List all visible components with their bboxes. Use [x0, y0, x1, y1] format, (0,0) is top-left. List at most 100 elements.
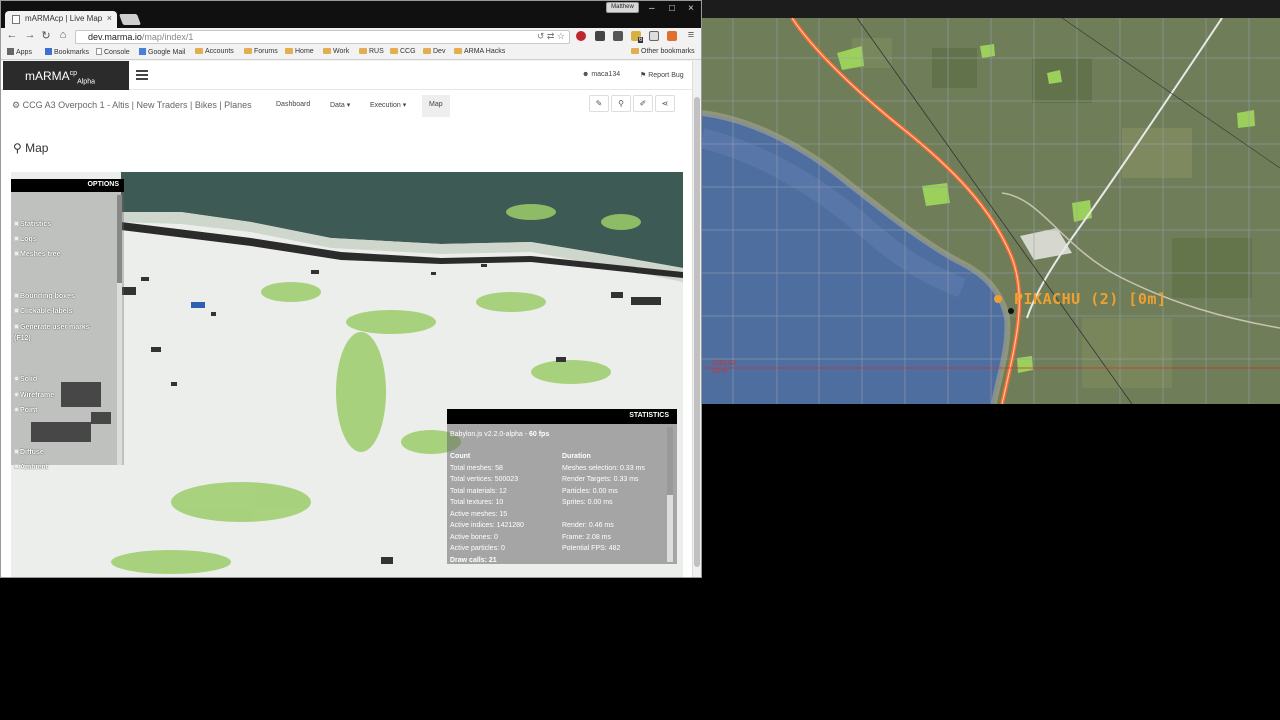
player-marker-label[interactable]: PIKACHU (2) [0m]: [1014, 290, 1167, 308]
option-generate-user-marks-hint: (F12): [14, 335, 31, 342]
option-logs[interactable]: Logs: [14, 236, 37, 243]
close-window-icon[interactable]: ×: [688, 3, 694, 14]
bookmark-other[interactable]: Other bookmarks: [631, 48, 695, 55]
omnibox-icons: ↺ ⇄ ☆: [536, 31, 565, 41]
nav-dashboard[interactable]: Dashboard: [276, 101, 310, 108]
stat-duration-line: Render: 0.46 ms: [562, 522, 614, 529]
duration-header: Duration: [562, 453, 591, 460]
forward-icon[interactable]: →: [23, 29, 37, 41]
option-point[interactable]: Point: [14, 407, 38, 414]
options-panel-title: OPTIONS: [11, 179, 124, 192]
browser-tab[interactable]: mARMAcp | Live Map ×: [5, 11, 117, 28]
page-scrollbar[interactable]: [692, 61, 701, 577]
browser-window: mARMAcp | Live Map × Matthew – □ × ← → ↻…: [0, 0, 702, 578]
url-host: dev.marma.io: [88, 32, 142, 42]
share-tool-icon[interactable]: ⋖: [655, 95, 675, 112]
option-diffuse[interactable]: Diffuse: [14, 449, 44, 456]
map-marker-icon: ⚲: [13, 141, 22, 155]
sidebar-toggle-icon[interactable]: [136, 70, 148, 80]
option-statistics[interactable]: Statistics: [14, 221, 51, 228]
search-tool-icon[interactable]: ⚲: [611, 95, 631, 112]
bookmark-home[interactable]: Home: [285, 48, 314, 55]
back-icon[interactable]: ←: [5, 29, 19, 41]
user-menu[interactable]: ☻ maca134: [582, 71, 620, 78]
stat-count-line: Total meshes: 58: [450, 465, 503, 472]
screen-top-strip: [702, 0, 1280, 18]
stat-count-line: Total vertices: 500023: [450, 476, 519, 483]
page-title: ⚲ Map: [13, 141, 49, 155]
chrome-menu-icon[interactable]: ≡: [684, 29, 698, 41]
3d-map-canvas[interactable]: OPTIONS Statistics Logs Meshes tree Boun…: [11, 172, 683, 577]
profile-name-chip[interactable]: Matthew: [606, 2, 639, 13]
bookmark-work[interactable]: Work: [323, 48, 349, 55]
statistics-scrollbar[interactable]: [667, 427, 673, 562]
home-icon[interactable]: ⌂: [56, 29, 70, 41]
count-header: Count: [450, 453, 471, 460]
ingame-map-view[interactable]: PIKACHU (2) [0m] 028142 25 m: [702, 18, 1280, 404]
statistics-panel-title: STATISTICS: [447, 409, 677, 424]
bookmark-dev[interactable]: Dev: [423, 48, 445, 55]
option-bounding-boxes[interactable]: Bounding boxes: [14, 293, 75, 300]
coordinate-readout: 028142 25 m: [712, 360, 735, 376]
new-tab-button[interactable]: [118, 14, 142, 25]
app-navbar: mARMAcpAlpha ☻ maca134 ⚑ Report Bug: [1, 61, 692, 90]
minimize-icon[interactable]: –: [649, 3, 655, 14]
option-generate-user-marks[interactable]: Generate user marks: [14, 324, 90, 331]
tab-close-icon[interactable]: ×: [107, 13, 112, 23]
option-meshes-tree[interactable]: Meshes tree: [14, 251, 60, 258]
stat-count-line: Active meshes: 15: [450, 511, 508, 518]
tab-title: mARMAcp | Live Map: [25, 14, 103, 23]
bookmark-accounts[interactable]: Accounts: [195, 48, 234, 55]
tools-extension-icon[interactable]: [595, 31, 605, 41]
stat-count-line: Total materials: 12: [450, 488, 507, 495]
server-subnav: ⚙ CCG A3 Overpoch 1 - Altis | New Trader…: [1, 91, 692, 119]
stat-duration-line: Frame: 2.08 ms: [562, 534, 612, 541]
stat-duration-line: Particles: 0.00 ms: [562, 488, 618, 495]
adblock-extension-icon[interactable]: [576, 31, 586, 41]
edit-tool-icon[interactable]: ✐: [633, 95, 653, 112]
nav-map[interactable]: Map: [422, 95, 450, 117]
wrench-tool-icon[interactable]: ✎: [589, 95, 609, 112]
bookmarks-bar: Apps Bookmarks Console Google Mail Accou…: [1, 46, 701, 60]
nav-execution-dropdown[interactable]: Execution ▾: [370, 101, 406, 109]
option-wireframe[interactable]: Wireframe: [14, 392, 54, 399]
stat-count-line: Draw calls: 21: [450, 557, 497, 564]
gear-extension-icon[interactable]: [613, 31, 623, 41]
stat-duration-line: Meshes selection: 0.33 ms: [562, 465, 645, 472]
coord-readout-line-1: 028142: [712, 360, 736, 367]
bookmark-google-mail[interactable]: Google Mail: [139, 48, 185, 56]
bookmark-arma-hacks[interactable]: ARMA Hacks: [454, 48, 505, 55]
page-favicon-icon: [12, 15, 20, 24]
address-bar[interactable]: dev.marma.io/map/index/1 ↺ ⇄ ☆: [75, 30, 570, 44]
engine-info: Babylon.js v2.2.0-alpha - 60 fps: [450, 431, 550, 438]
extension-badge: 6: [638, 37, 644, 43]
stat-count-line: Active indices: 1421280: [450, 522, 524, 529]
bookmark-bookmarks[interactable]: Bookmarks: [45, 48, 89, 56]
stat-count-line: Total textures: 10: [450, 499, 504, 506]
url-path: /map/index/1: [141, 32, 194, 42]
statistics-panel: STATISTICS Babylon.js v2.2.0-alpha - 60 …: [447, 409, 677, 564]
bookmark-forums[interactable]: Forums: [244, 48, 278, 55]
nav-data-dropdown[interactable]: Data ▾: [330, 101, 350, 109]
bookmark-ccg[interactable]: CCG: [390, 48, 416, 55]
option-solid[interactable]: Solid: [14, 376, 37, 383]
stat-count-line: Active particles: 0: [450, 545, 505, 552]
browser-toolbar: ← → ↻ ⌂ dev.marma.io/map/index/1 ↺ ⇄ ☆ 6…: [1, 28, 701, 46]
option-clickable-labels[interactable]: Clickable labels: [14, 308, 73, 315]
maximize-icon[interactable]: □: [669, 3, 675, 14]
options-panel: OPTIONS Statistics Logs Meshes tree Boun…: [11, 179, 124, 471]
reload-icon[interactable]: ↻: [39, 29, 53, 42]
server-title: ⚙ CCG A3 Overpoch 1 - Altis | New Trader…: [12, 100, 252, 110]
option-ambient[interactable]: Ambient: [14, 464, 48, 471]
browser-titlebar: mARMAcp | Live Map × Matthew – □ ×: [1, 1, 701, 28]
bookmark-apps[interactable]: Apps: [7, 48, 32, 56]
options-scrollbar[interactable]: [117, 195, 122, 465]
bookmark-console[interactable]: Console: [96, 48, 130, 56]
brand-logo[interactable]: mARMAcpAlpha: [3, 61, 129, 90]
report-bug-link[interactable]: ⚑ Report Bug: [640, 71, 684, 79]
lastpass-extension-icon[interactable]: [667, 31, 677, 41]
stat-duration-line: Potential FPS: 482: [562, 545, 621, 552]
stat-duration-line: Sprites: 0.00 ms: [562, 499, 613, 506]
bookmark-rus[interactable]: RUS: [359, 48, 384, 55]
cast-extension-icon[interactable]: [649, 31, 659, 41]
